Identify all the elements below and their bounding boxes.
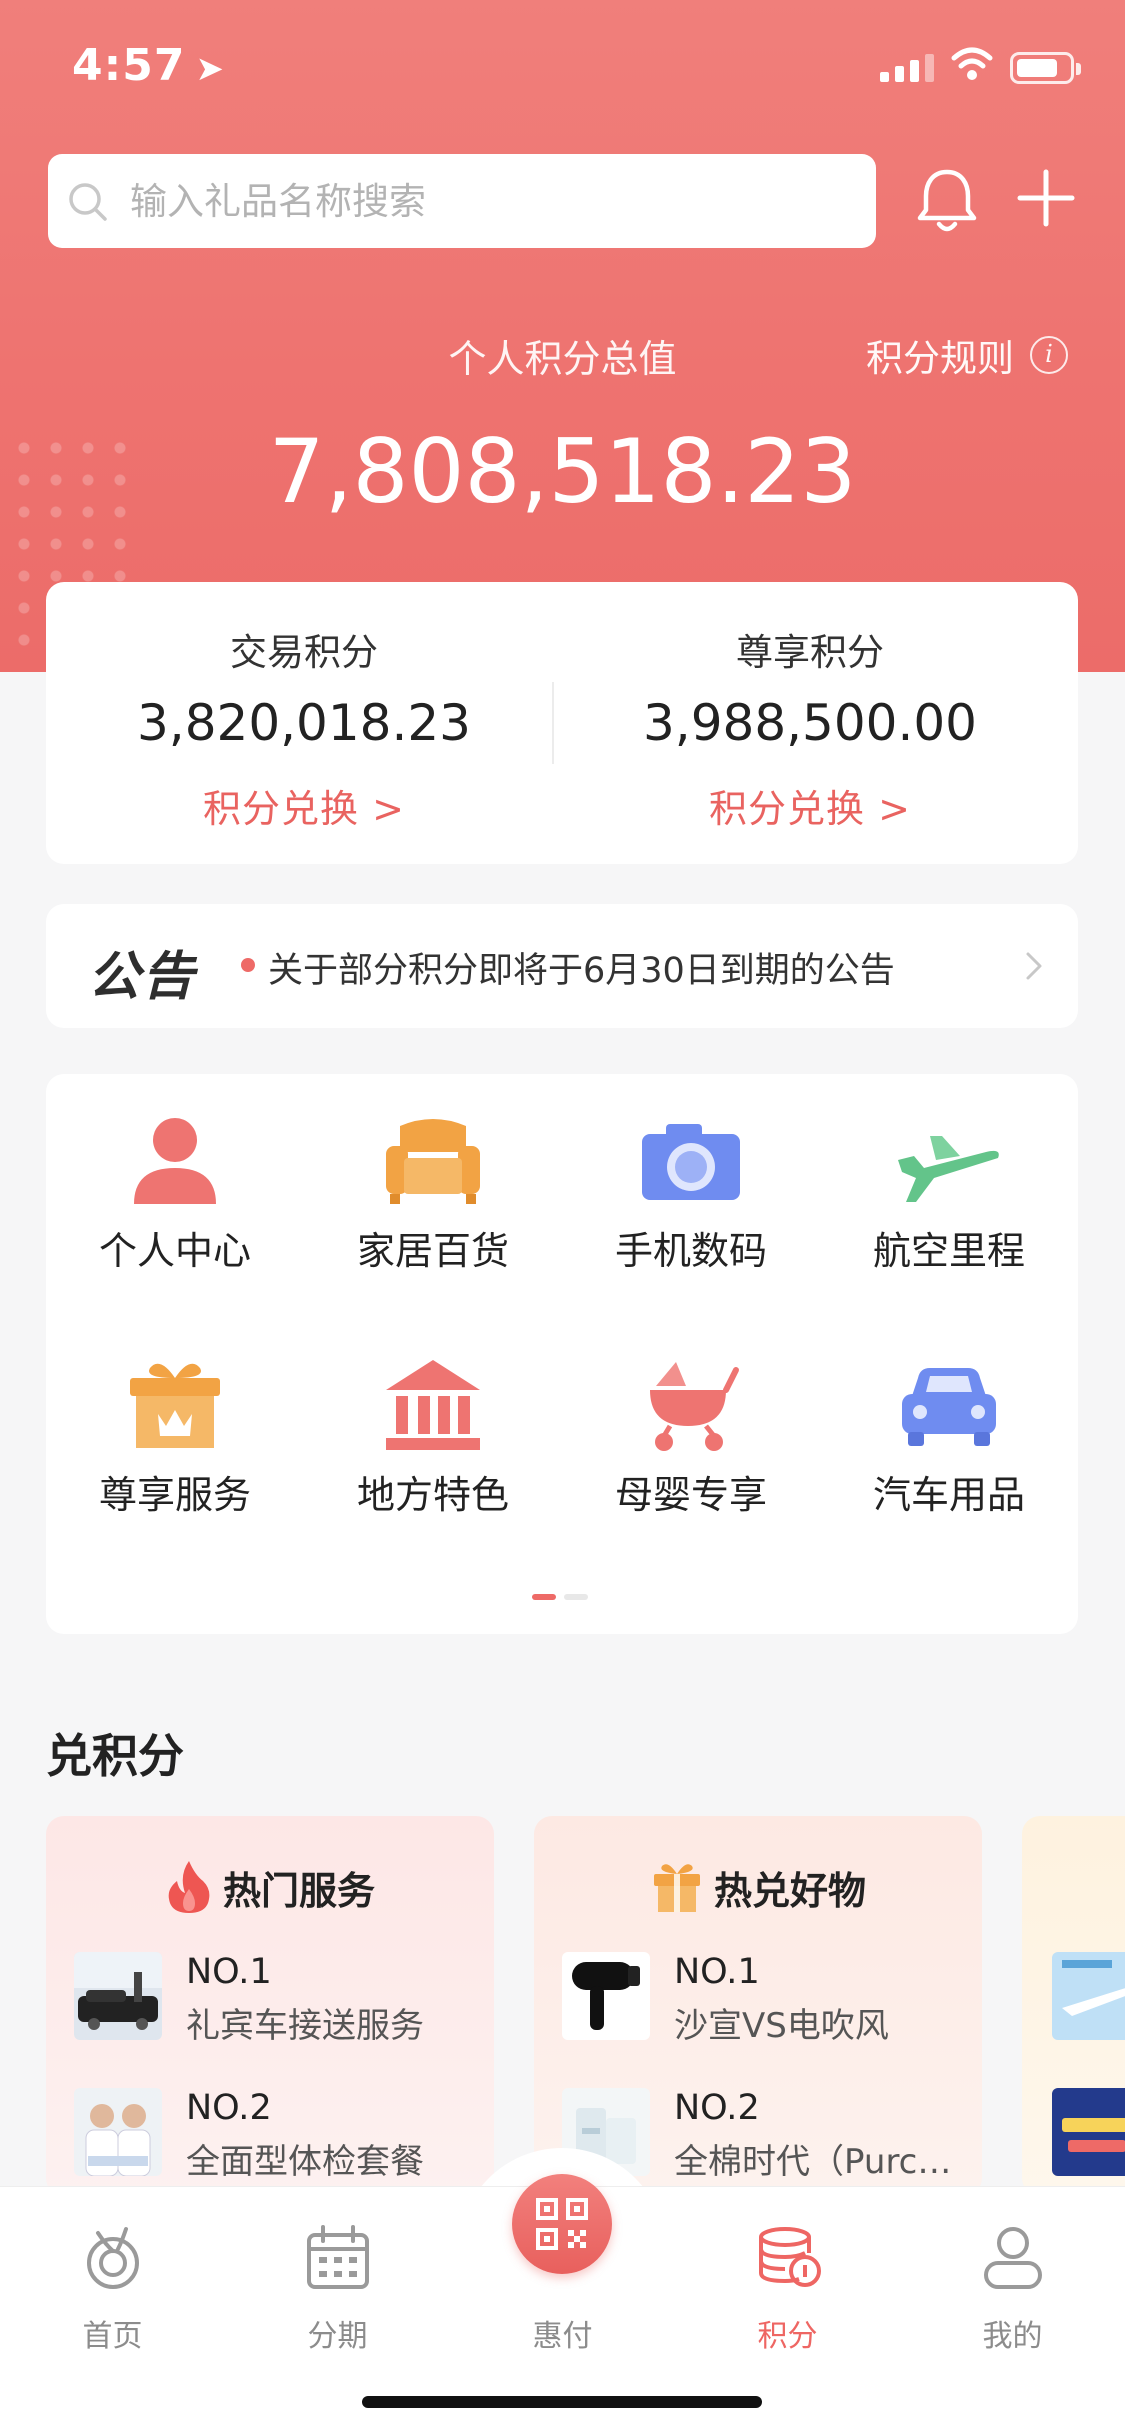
status-time: 4:57 ➤ [72, 40, 225, 91]
event-promo-thumbnail [1052, 2088, 1125, 2176]
pager-dot [564, 1594, 588, 1600]
premium-points-value: 3,988,500.00 [643, 694, 977, 752]
chevron-right-icon [1026, 952, 1042, 980]
tab-label: 首页 [82, 2319, 143, 2354]
category-label: 汽车用品 [872, 1473, 1025, 1517]
user-icon [984, 2227, 1042, 2289]
tab-label: 我的 [982, 2319, 1043, 2354]
search-icon [69, 183, 107, 221]
trade-points-label: 交易积分 [230, 631, 378, 674]
category-label: 家居百货 [356, 1229, 509, 1273]
category-label: 个人中心 [98, 1229, 251, 1273]
item-rank: NO.1 [674, 1952, 760, 1992]
premium-points-exchange-link[interactable]: 积分兑换 > [552, 778, 1068, 833]
add-icon[interactable] [1016, 168, 1076, 228]
home-indicator [362, 2396, 762, 2408]
category-label: 航空里程 [872, 1229, 1025, 1273]
person-icon [134, 1118, 216, 1204]
category-home-goods[interactable]: 家居百货 [304, 1074, 562, 1274]
gift-crown-icon [130, 1363, 220, 1448]
category-pager [532, 1594, 588, 1600]
category-premium-service[interactable]: 尊享服务 [46, 1318, 304, 1518]
hot-goods-header: 热兑好物 [534, 1856, 982, 1918]
points-rules-link[interactable]: 积分规则 i [866, 328, 1068, 382]
home-swirl-icon [87, 2227, 139, 2289]
tab-label: 惠付 [532, 2319, 593, 2354]
category-label: 手机数码 [614, 1229, 767, 1273]
category-local-specialty[interactable]: 地方特色 [304, 1318, 562, 1518]
category-label: 地方特色 [356, 1473, 509, 1517]
trade-points-exchange-link[interactable]: 积分兑换 > [46, 778, 562, 833]
redeem-section-title: 兑积分 [46, 1729, 184, 1783]
premium-points-column: 尊享积分 3,988,500.00 积分兑换 > [552, 582, 1068, 864]
item-name: 礼宾车接送服务 [186, 2006, 424, 2046]
pager-dot-active [532, 1594, 556, 1600]
gift-icon [653, 1864, 700, 1912]
pay-center-button[interactable] [512, 2174, 612, 2274]
points-card: 交易积分 3,820,018.23 积分兑换 > 尊享积分 3,988,500.… [46, 582, 1078, 864]
trade-points-column: 交易积分 3,820,018.23 积分兑换 > [46, 582, 562, 864]
qr-code-icon [536, 2198, 588, 2250]
battery-icon [1010, 52, 1081, 84]
premium-points-label: 尊享积分 [736, 631, 884, 674]
coins-icon [759, 2227, 821, 2287]
hot-services-item-1[interactable]: NO.1 礼宾车接送服务 [74, 1952, 484, 2046]
category-digital[interactable]: 手机数码 [562, 1074, 820, 1274]
hot-services-item-2[interactable]: NO.2 全面型体检套餐 [74, 2088, 484, 2182]
bell-icon[interactable] [912, 164, 982, 236]
hot-services-card[interactable]: 热门服务 NO.1 礼宾车接送服务 NO.2 全面型体检套餐 [46, 1816, 494, 2196]
museum-icon [386, 1360, 480, 1450]
limousine-thumbnail [74, 1952, 162, 2040]
notice-dot [241, 958, 255, 972]
status-bar: 4:57 ➤ [0, 0, 1125, 132]
notice-logo: 公告 [88, 947, 197, 1007]
hair-dryer-thumbnail [562, 1952, 650, 2040]
item-name: 沙宣VS电吹风 [674, 2006, 889, 2046]
hot-goods-item-2[interactable]: NO.2 全棉时代（Purcotton） [562, 2088, 972, 2182]
points-rules-label: 积分规则 [866, 337, 1014, 380]
hot-services-header: 热门服务 [46, 1856, 494, 1918]
notice-banner[interactable]: 公告 关于部分积分即将于6月30日到期的公告 [46, 904, 1078, 1028]
item-rank: NO.2 [186, 2088, 272, 2128]
health-check-thumbnail [74, 2088, 162, 2176]
category-personal-center[interactable]: 个人中心 [46, 1074, 304, 1274]
category-air-miles[interactable]: 航空里程 [820, 1074, 1078, 1274]
hot-services-title: 热门服务 [222, 1868, 375, 1913]
tab-label: 积分 [757, 2319, 818, 2354]
calendar-icon [307, 2225, 369, 2289]
category-label: 尊享服务 [98, 1473, 251, 1517]
search-bar[interactable] [48, 154, 876, 248]
category-car-products[interactable]: 汽车用品 [820, 1318, 1078, 1518]
tab-label: 分期 [307, 2319, 368, 2354]
total-points-value: 7,808,518.23 [268, 420, 857, 523]
airline-promo-thumbnail [1052, 1952, 1125, 2040]
cellular-signal-icon [880, 52, 934, 82]
sofa-icon [386, 1119, 480, 1204]
search-input[interactable] [130, 154, 850, 248]
item-name: 全面型体检套餐 [186, 2142, 424, 2182]
location-arrow-icon: ➤ [195, 49, 225, 89]
notice-text: 关于部分积分即将于6月30日到期的公告 [268, 951, 895, 991]
third-redeem-card[interactable] [1022, 1816, 1125, 2196]
stroller-icon [650, 1362, 739, 1451]
camera-icon [642, 1124, 740, 1200]
flame-icon [168, 1861, 210, 1913]
item-name: 全棉时代（Purcotton） [674, 2142, 964, 2182]
info-icon: i [1030, 336, 1068, 374]
category-grid: 个人中心 家居百货 手机数码 航空里程 尊享服务 地方特色 母婴专享 汽车用品 [46, 1074, 1078, 1634]
item-rank: NO.1 [186, 1952, 272, 1992]
total-points-label: 个人积分总值 [448, 337, 677, 381]
airplane-icon [898, 1136, 999, 1202]
category-label: 母婴专享 [614, 1473, 767, 1517]
item-rank: NO.2 [674, 2088, 760, 2128]
trade-points-value: 3,820,018.23 [137, 694, 471, 752]
hot-goods-title: 热兑好物 [713, 1868, 866, 1913]
hot-goods-item-1[interactable]: NO.1 沙宣VS电吹风 [562, 1952, 972, 2046]
category-mother-baby[interactable]: 母婴专享 [562, 1318, 820, 1518]
car-icon [902, 1368, 996, 1446]
hot-goods-card[interactable]: 热兑好物 NO.1 沙宣VS电吹风 NO.2 全棉时代（Purcotton） [534, 1816, 982, 2196]
wifi-icon [951, 47, 993, 80]
